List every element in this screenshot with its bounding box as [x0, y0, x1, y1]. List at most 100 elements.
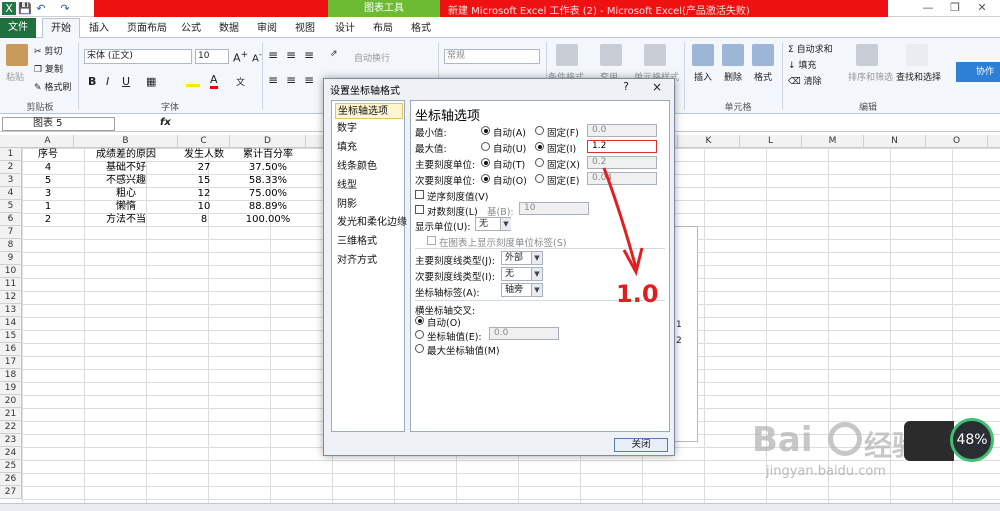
font-color-icon[interactable]: A	[210, 73, 218, 89]
row-header[interactable]: 22	[0, 421, 22, 434]
sort-filter-icon[interactable]	[856, 44, 878, 66]
format-painter-button[interactable]: ✎ 格式刷	[34, 80, 71, 93]
row-header[interactable]: 19	[0, 382, 22, 395]
clear-button[interactable]: ⌫ 清除	[788, 74, 822, 87]
table-cell[interactable]: 累计百分率	[230, 148, 306, 161]
table-cell[interactable]: 粗心	[74, 187, 178, 200]
show-units-checkbox[interactable]	[427, 236, 436, 245]
column-header-c[interactable]: C	[178, 135, 230, 148]
table-cell[interactable]: 100.00%	[230, 213, 306, 226]
column-header-d[interactable]: D	[230, 135, 306, 148]
align-right-icon[interactable]: ≡	[304, 73, 314, 87]
cross-max-radio[interactable]	[415, 344, 424, 353]
border-icon[interactable]: ▦	[146, 75, 156, 88]
shrink-font-icon[interactable]: A-	[252, 49, 262, 64]
nav-axis-options[interactable]: 坐标轴选项	[335, 103, 403, 119]
log-checkbox[interactable]	[415, 205, 424, 214]
close-button[interactable]: 关闭	[614, 438, 668, 452]
autosum-button[interactable]: Σ 自动求和	[788, 42, 833, 55]
grow-font-icon[interactable]: A+	[233, 49, 248, 65]
table-cell[interactable]: 27	[178, 161, 230, 174]
row-header[interactable]: 1	[0, 148, 22, 161]
row-header[interactable]: 15	[0, 330, 22, 343]
row-header[interactable]: 25	[0, 460, 22, 473]
row-header[interactable]: 12	[0, 291, 22, 304]
tab-data[interactable]: 数据	[214, 19, 244, 38]
table-cell[interactable]: 37.50%	[230, 161, 306, 174]
table-cell[interactable]: 基础不好	[74, 161, 178, 174]
table-format-icon[interactable]	[600, 44, 622, 66]
nav-line-color[interactable]: 线条颜色	[335, 159, 403, 175]
table-cell[interactable]: 成绩差的原因	[74, 148, 178, 161]
max-fixed-radio[interactable]	[535, 142, 544, 151]
tab-formulas[interactable]: 公式	[176, 19, 206, 38]
fill-button[interactable]: ↓ 填充	[788, 58, 816, 71]
row-header[interactable]: 18	[0, 369, 22, 382]
row-header[interactable]: 13	[0, 304, 22, 317]
row-header[interactable]: 10	[0, 265, 22, 278]
sort-filter-button[interactable]: 排序和筛选	[848, 70, 893, 83]
min-fixed-radio[interactable]	[535, 126, 544, 135]
tab-format[interactable]: 格式	[406, 19, 436, 38]
table-cell[interactable]: 15	[178, 174, 230, 187]
close-window-icon[interactable]: ✕	[972, 1, 992, 15]
nav-shadow[interactable]: 阴影	[335, 197, 403, 213]
restore-icon[interactable]: ❐	[945, 1, 965, 15]
tab-page-layout[interactable]: 页面布局	[122, 19, 172, 38]
row-header[interactable]: 8	[0, 239, 22, 252]
phonetic-icon[interactable]: 文	[236, 75, 245, 88]
tab-design[interactable]: 设计	[330, 19, 360, 38]
delete-cells-button[interactable]: 删除	[724, 70, 742, 83]
tab-layout[interactable]: 布局	[368, 19, 398, 38]
table-cell[interactable]: 1	[22, 200, 74, 213]
chevron-down-icon[interactable]: ▼	[531, 252, 542, 264]
cross-value-radio[interactable]	[415, 330, 424, 339]
chart-frame[interactable]	[674, 226, 698, 442]
column-header-b[interactable]: B	[74, 135, 178, 148]
format-cells-button[interactable]: 格式	[754, 70, 772, 83]
minor-fixed-radio[interactable]	[535, 174, 544, 183]
row-header[interactable]: 16	[0, 343, 22, 356]
wrap-text-button[interactable]: 自动换行	[354, 51, 390, 64]
column-header-o[interactable]: O	[926, 135, 988, 148]
table-cell[interactable]: 88.89%	[230, 200, 306, 213]
table-cell[interactable]: 方法不当	[74, 213, 178, 226]
cross-auto-radio[interactable]	[415, 316, 424, 325]
row-header[interactable]: 26	[0, 473, 22, 486]
binoculars-icon[interactable]	[906, 44, 928, 66]
column-header-k[interactable]: K	[678, 135, 740, 148]
font-name-combo[interactable]: 宋体 (正文)	[84, 49, 192, 64]
row-header[interactable]: 23	[0, 434, 22, 447]
column-header-a[interactable]: A	[22, 135, 74, 148]
close-icon[interactable]: ×	[646, 80, 668, 94]
tab-home[interactable]: 开始	[42, 18, 80, 38]
align-center-icon[interactable]: ≡	[286, 73, 296, 87]
nav-3d-format[interactable]: 三维格式	[335, 234, 403, 250]
table-cell[interactable]: 3	[22, 187, 74, 200]
format-cells-icon[interactable]	[752, 44, 774, 66]
table-cell[interactable]: 序号	[22, 148, 74, 161]
save-icon[interactable]: 💾	[18, 2, 32, 15]
row-header[interactable]: 21	[0, 408, 22, 421]
max-auto-radio[interactable]	[481, 142, 490, 151]
font-size-combo[interactable]: 10	[195, 49, 229, 64]
copy-button[interactable]: ❐ 复制	[34, 62, 63, 75]
tab-file[interactable]: 文件	[0, 18, 36, 38]
tab-review[interactable]: 审阅	[252, 19, 282, 38]
row-header[interactable]: 14	[0, 317, 22, 330]
row-header[interactable]: 6	[0, 213, 22, 226]
column-header-p[interactable]: P	[988, 135, 1000, 148]
major-auto-radio[interactable]	[481, 158, 490, 167]
name-box[interactable]: 图表 5	[2, 117, 115, 131]
collab-button[interactable]: 协作	[956, 62, 1000, 82]
align-bottom-icon[interactable]: ≡	[304, 48, 314, 62]
bold-icon[interactable]: B	[88, 75, 96, 88]
column-header-l[interactable]: L	[740, 135, 802, 148]
row-header[interactable]: 24	[0, 447, 22, 460]
help-icon[interactable]: ?	[618, 80, 634, 94]
number-format-combo[interactable]: 常规	[444, 49, 540, 64]
minor-auto-radio[interactable]	[481, 174, 490, 183]
table-cell[interactable]: 75.00%	[230, 187, 306, 200]
table-cell[interactable]: 12	[178, 187, 230, 200]
paste-icon[interactable]	[6, 44, 28, 66]
